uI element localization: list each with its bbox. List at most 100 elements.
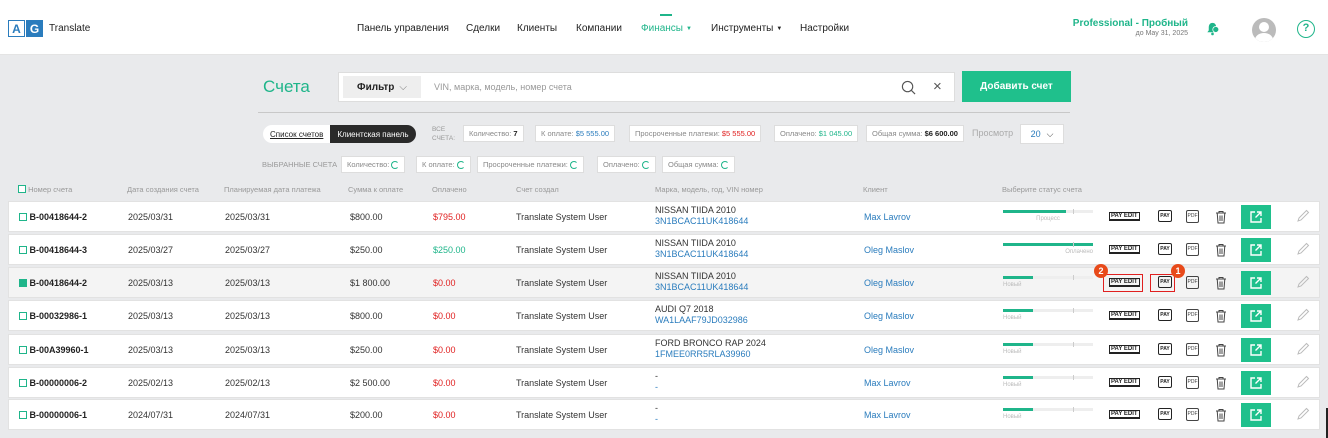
client-link[interactable]: Max Lavrov [864,410,911,420]
pencil-icon[interactable] [1296,275,1310,289]
table-row[interactable]: B-00000006-2 2025/02/13 2025/02/13 $2 500.0… [8,367,1320,398]
col-car[interactable]: Марка, модель, год, VIN номер [655,185,763,194]
nav-clients[interactable]: Клиенты [517,23,557,34]
invoice-number[interactable]: B-00000006-2 [19,378,87,388]
nav-deals[interactable]: Сделки [466,23,500,34]
add-invoice-button[interactable]: Добавить счет [962,71,1071,102]
nav-dashboard[interactable]: Панель управления [357,23,449,34]
page-size-select[interactable]: 20 ⌵ [1020,124,1064,144]
pencil-icon[interactable] [1296,342,1310,356]
app-logo[interactable]: A G Translate [8,20,90,37]
open-invoice-button[interactable] [1241,304,1271,328]
clear-search-icon[interactable]: × [933,79,942,94]
open-invoice-button[interactable] [1241,271,1271,295]
col-planned[interactable]: Планируемая дата платежа [224,185,321,194]
table-row[interactable]: B-00000006-1 2024/07/31 2024/07/31 $200.00 $… [8,399,1320,430]
pdf-button[interactable]: PDF [1186,408,1199,421]
user-avatar[interactable] [1252,18,1276,42]
vin-link[interactable]: 3N1BCAC11UK418644 [655,216,748,227]
nav-finance[interactable]: Финансы ▼ [641,14,692,34]
nav-settings[interactable]: Настройки [800,23,849,34]
pdf-button[interactable]: PDF [1186,309,1199,322]
col-amount[interactable]: Сумма к оплате [348,185,403,194]
open-invoice-button[interactable] [1241,403,1271,427]
nav-companies[interactable]: Компании [576,23,622,34]
vin-link[interactable]: 1FMEE0RR5RLA39960 [655,349,766,360]
col-paid[interactable]: Оплачено [432,185,467,194]
table-row[interactable]: B-00032986-1 2025/03/13 2025/03/13 $800.00 $… [8,300,1320,331]
status-progress[interactable]: Новый [1003,275,1093,288]
select-all-checkbox[interactable] [18,185,26,193]
client-link[interactable]: Max Lavrov [864,378,911,388]
status-progress[interactable]: Новый [1003,407,1093,420]
table-row[interactable]: B-00A39960-1 2025/03/13 2025/03/13 $250.00 $… [8,334,1320,365]
vin-link[interactable]: WA1LAAF79JD032986 [655,315,748,326]
pencil-icon[interactable] [1296,375,1310,389]
pay-edit-button[interactable]: PAY EDIT [1109,378,1140,387]
pencil-icon[interactable] [1296,242,1310,256]
trash-icon[interactable] [1215,376,1227,390]
pdf-button[interactable]: PDF [1186,376,1199,389]
client-link[interactable]: Oleg Maslov [864,345,914,355]
vin-link[interactable]: - [655,382,658,393]
status-progress[interactable]: Новый [1003,375,1093,388]
invoice-number[interactable]: B-00032986-1 [19,311,87,321]
open-invoice-button[interactable] [1241,371,1271,395]
pdf-button[interactable]: PDF [1186,243,1199,256]
vin-link[interactable]: - [655,414,658,425]
search-icon[interactable] [901,80,916,95]
pdf-button[interactable]: PDF [1186,343,1199,356]
client-link[interactable]: Max Lavrov [864,212,911,222]
nav-tools[interactable]: Инструменты ▼ [711,23,782,34]
client-link[interactable]: Oleg Maslov [864,311,914,321]
search-input[interactable] [434,78,874,96]
status-progress[interactable]: Оплачено [1003,242,1093,255]
row-checkbox[interactable] [19,411,27,419]
pay-button[interactable]: PAY [1158,210,1172,222]
pdf-button[interactable]: PDF [1186,210,1199,223]
pay-edit-button[interactable]: PAY EDIT [1109,410,1140,419]
invoice-number[interactable]: B-00418644-3 [19,245,87,255]
tab-invoice-list[interactable]: Список счетов [263,125,331,143]
pencil-icon[interactable] [1296,209,1310,223]
trash-icon[interactable] [1215,276,1227,290]
pay-button[interactable]: PAY [1158,408,1172,420]
table-row[interactable]: B-00418644-2 2025/03/31 2025/03/31 $800.00 $… [8,201,1320,232]
trash-icon[interactable] [1215,309,1227,323]
row-checkbox[interactable] [19,213,27,221]
col-status[interactable]: Выберите статус счета [1002,185,1082,194]
row-checkbox[interactable] [19,346,27,354]
vin-link[interactable]: 3N1BCAC11UK418644 [655,282,748,293]
pay-edit-button[interactable]: PAY EDIT [1109,245,1140,254]
col-creator[interactable]: Счет создал [516,185,559,194]
status-progress[interactable]: Процесс [1003,209,1093,222]
open-invoice-button[interactable] [1241,205,1271,229]
pay-edit-button[interactable]: PAY EDIT [1109,212,1140,221]
table-row[interactable]: B-00418644-3 2025/03/27 2025/03/27 $250.00 $… [8,234,1320,265]
pencil-icon[interactable] [1296,407,1310,421]
trash-icon[interactable] [1215,243,1227,257]
status-progress[interactable]: Новый [1003,308,1093,321]
pay-edit-button[interactable]: PAY EDIT [1109,311,1140,320]
pdf-button[interactable]: PDF [1186,276,1199,289]
help-icon[interactable]: ? [1297,20,1315,38]
invoice-number[interactable]: B-00418644-2 [19,212,87,222]
open-invoice-button[interactable] [1241,338,1271,362]
invoice-number[interactable]: B-00000006-1 [19,410,87,420]
invoice-number[interactable]: B-00A39960-1 [19,345,89,355]
row-checkbox[interactable] [19,246,27,254]
open-invoice-button[interactable] [1241,238,1271,262]
col-client[interactable]: Клиент [863,185,888,194]
status-progress[interactable]: Новый [1003,342,1093,355]
col-created[interactable]: Дата создания счета [127,185,199,194]
pay-button[interactable]: PAY [1158,243,1172,255]
trash-icon[interactable] [1215,343,1227,357]
pay-edit-button[interactable]: PAY EDIT [1109,345,1140,354]
client-link[interactable]: Oleg Maslov [864,278,914,288]
tab-client-panel[interactable]: Клиентская панель [330,125,416,143]
row-checkbox[interactable] [19,279,27,287]
pay-button[interactable]: PAY [1158,343,1172,355]
notification-bell-icon[interactable] [1205,21,1220,36]
row-checkbox[interactable] [19,379,27,387]
vin-link[interactable]: 3N1BCAC11UK418644 [655,249,748,260]
